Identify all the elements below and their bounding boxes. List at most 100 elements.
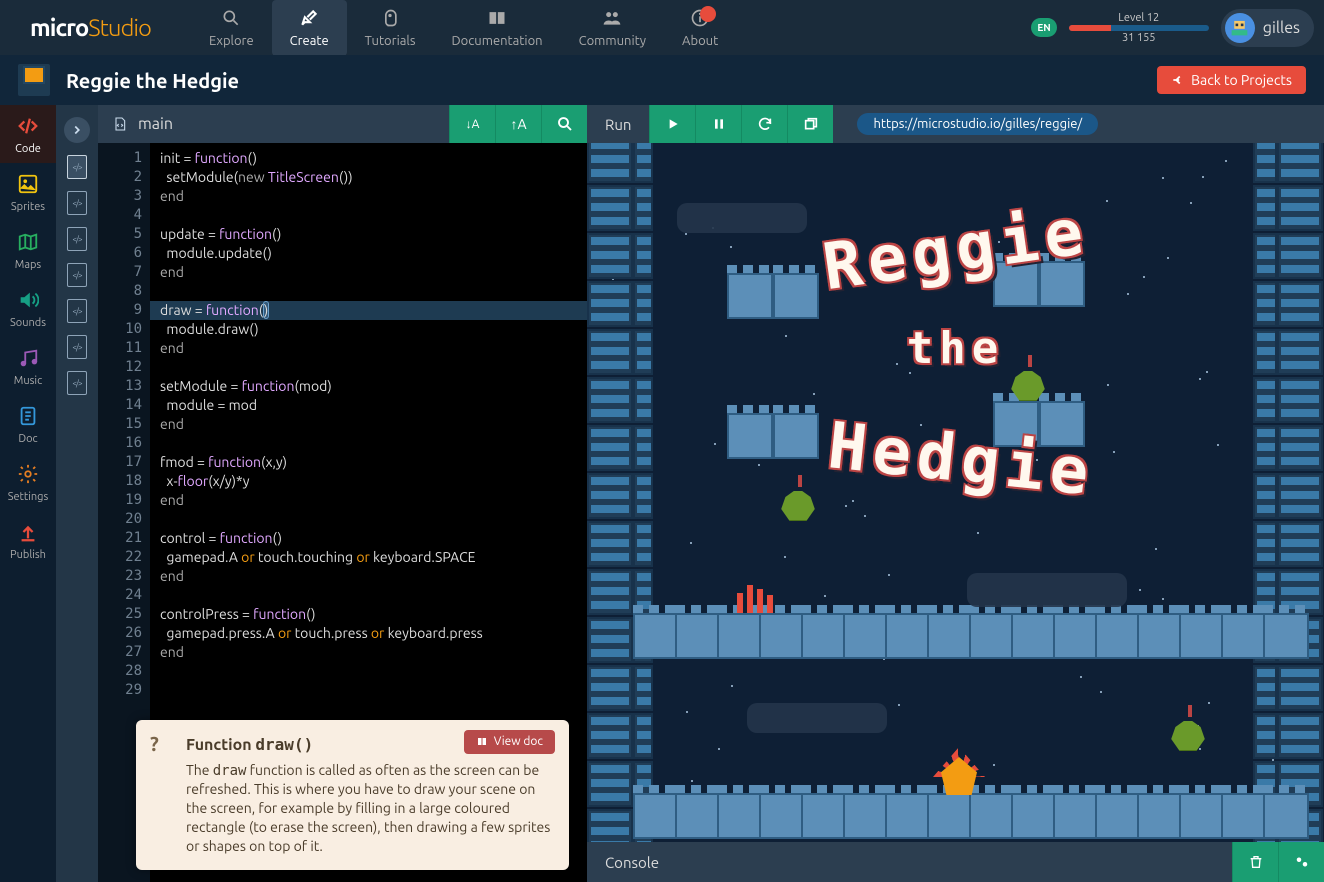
- side-sprites[interactable]: Sprites: [0, 163, 56, 221]
- star: [714, 443, 716, 445]
- trash-icon: [1248, 854, 1264, 870]
- nav-documentation[interactable]: Documentation: [433, 0, 560, 56]
- console-clear-button[interactable]: [1232, 842, 1278, 882]
- tile: [1095, 613, 1141, 659]
- tile: [587, 143, 633, 183]
- console-bar: Console: [587, 842, 1324, 882]
- tile: [801, 793, 847, 839]
- tile: [633, 185, 653, 231]
- star: [1127, 293, 1129, 295]
- tile: [1263, 613, 1309, 659]
- nav-create[interactable]: Create: [272, 0, 347, 56]
- game-preview[interactable]: ReggietheHedgie: [587, 143, 1324, 842]
- tile: [1253, 185, 1277, 231]
- nav-explore[interactable]: Explore: [191, 0, 272, 56]
- search-button[interactable]: [541, 105, 587, 143]
- nav-about[interactable]: About: [664, 0, 736, 56]
- file-strip-expand-button[interactable]: [64, 117, 90, 143]
- tile: [587, 569, 633, 615]
- star: [1162, 598, 1164, 600]
- star: [1217, 444, 1219, 446]
- back-to-projects-button[interactable]: Back to Projects: [1157, 66, 1306, 94]
- logo-studio: Studio: [88, 14, 151, 41]
- apple: [777, 483, 819, 523]
- star: [1225, 160, 1227, 162]
- file-item[interactable]: [67, 335, 87, 359]
- text-size-up-button[interactable]: ↑A: [495, 105, 541, 143]
- cloud: [747, 703, 887, 733]
- logo-micro: micro: [30, 14, 88, 41]
- star: [686, 711, 688, 713]
- star: [1080, 676, 1082, 678]
- file-item[interactable]: [67, 263, 87, 287]
- file-item[interactable]: [67, 227, 87, 251]
- pause-button[interactable]: [695, 105, 741, 143]
- tile: [1253, 233, 1277, 279]
- file-item[interactable]: [67, 155, 87, 179]
- tile: [587, 713, 633, 759]
- file-item[interactable]: [67, 299, 87, 323]
- tile: [727, 273, 773, 319]
- side-publish[interactable]: Publish: [0, 511, 56, 569]
- project-url[interactable]: https://microstudio.io/gilles/reggie/: [857, 113, 1098, 135]
- tile: [759, 613, 805, 659]
- file-item[interactable]: [67, 371, 87, 395]
- star: [852, 500, 854, 502]
- tile: [843, 613, 889, 659]
- console-settings-button[interactable]: [1278, 842, 1324, 882]
- file-item[interactable]: [67, 191, 87, 215]
- star: [685, 233, 687, 235]
- tile: [633, 329, 653, 375]
- star: [824, 595, 826, 597]
- play-icon: [665, 116, 681, 132]
- search-icon: [556, 115, 574, 133]
- tile: [1253, 713, 1277, 759]
- language-badge[interactable]: EN: [1031, 18, 1056, 37]
- star: [1208, 702, 1210, 704]
- tile: [587, 281, 633, 327]
- play-button[interactable]: [649, 105, 695, 143]
- side-doc[interactable]: Doc: [0, 395, 56, 453]
- tile: [1277, 281, 1323, 327]
- tile: [1253, 425, 1277, 471]
- tile: [1221, 613, 1267, 659]
- side-settings[interactable]: Settings: [0, 453, 56, 511]
- detach-button[interactable]: [787, 105, 833, 143]
- tile: [1277, 185, 1323, 231]
- side-code[interactable]: Code: [0, 105, 56, 163]
- side-sounds[interactable]: Sounds: [0, 279, 56, 337]
- tile: [1277, 665, 1323, 711]
- tile: [675, 793, 721, 839]
- side-maps[interactable]: Maps: [0, 221, 56, 279]
- tile: [801, 613, 847, 659]
- editor-toolbar: main ↓A ↑A: [98, 105, 587, 143]
- tile: [1277, 233, 1323, 279]
- back-button-label: Back to Projects: [1191, 72, 1292, 88]
- tile: [969, 613, 1015, 659]
- star: [864, 515, 866, 517]
- star: [1106, 200, 1108, 202]
- cloud: [677, 203, 807, 233]
- nav-tutorials[interactable]: Tutorials: [347, 0, 434, 56]
- tile: [1095, 793, 1141, 839]
- file-name[interactable]: main: [98, 115, 449, 133]
- reload-button[interactable]: [741, 105, 787, 143]
- star: [1143, 276, 1145, 278]
- tile: [773, 413, 819, 459]
- user-menu[interactable]: gilles: [1221, 9, 1314, 47]
- star: [784, 556, 786, 558]
- side-music[interactable]: Music: [0, 337, 56, 395]
- tile: [587, 809, 633, 842]
- project-title: Reggie the Hedgie: [66, 69, 239, 92]
- tile: [1053, 613, 1099, 659]
- project-icon: [18, 64, 50, 96]
- text-size-down-button[interactable]: ↓A: [449, 105, 495, 143]
- view-doc-button[interactable]: View doc: [464, 730, 555, 754]
- run-label: Run: [587, 116, 649, 133]
- logo[interactable]: microStudio: [30, 14, 151, 41]
- star: [1107, 384, 1109, 386]
- star: [1162, 177, 1164, 179]
- star: [1100, 691, 1102, 693]
- nav-community[interactable]: Community: [561, 0, 664, 56]
- tile: [727, 413, 773, 459]
